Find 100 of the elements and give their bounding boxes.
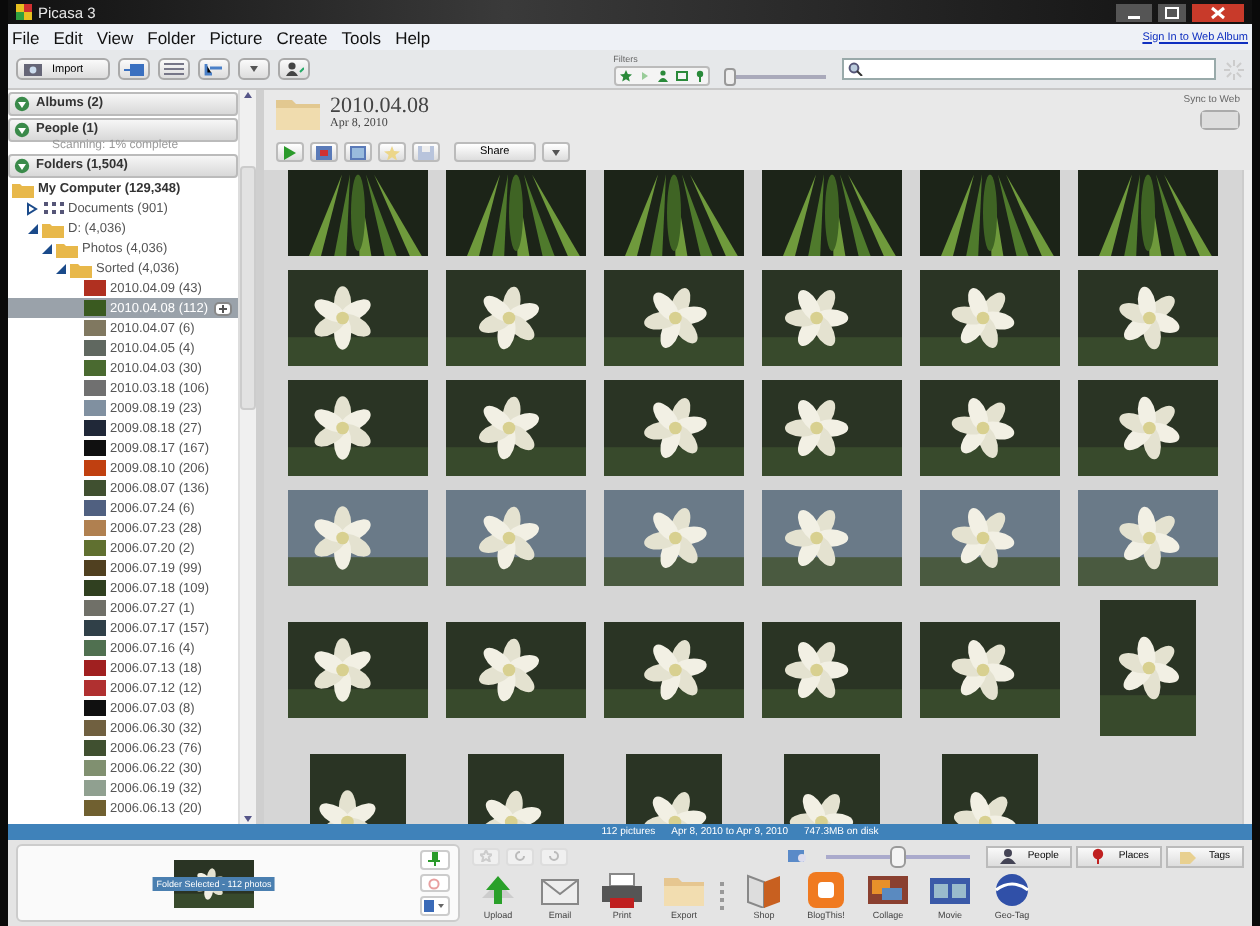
thumbnail-icon bbox=[84, 800, 106, 816]
thumbnail-icon bbox=[84, 720, 106, 736]
thumbnail-icon bbox=[84, 540, 106, 556]
thumbnail-icon bbox=[84, 780, 106, 796]
collage-button[interactable] bbox=[344, 142, 372, 162]
star-button[interactable] bbox=[378, 142, 406, 162]
thumbnail-icon bbox=[84, 360, 106, 376]
thumbnail-icon bbox=[84, 440, 106, 456]
thumbnail-icon bbox=[84, 740, 106, 756]
blog-icon bbox=[804, 870, 848, 908]
printer-icon bbox=[600, 870, 644, 908]
star-icon bbox=[619, 69, 632, 81]
globe-icon bbox=[990, 870, 1034, 908]
hold-button[interactable] bbox=[419, 850, 449, 870]
photo-icon bbox=[675, 69, 688, 81]
slider-thumb[interactable] bbox=[724, 68, 737, 86]
list-view-icon bbox=[163, 62, 184, 76]
folder-icon bbox=[70, 259, 92, 277]
slideshow-button[interactable] bbox=[310, 142, 338, 162]
folder-icon bbox=[42, 219, 64, 237]
person-upload-button[interactable] bbox=[277, 58, 310, 80]
scrollbar[interactable] bbox=[1242, 170, 1252, 824]
folder-icon bbox=[56, 239, 78, 257]
thumbnail-icon bbox=[84, 420, 106, 436]
slider-thumb[interactable] bbox=[889, 845, 906, 867]
album-icon bbox=[424, 900, 444, 913]
share-menu-icon bbox=[547, 145, 564, 159]
add-folder-icon bbox=[123, 62, 144, 76]
close-icon bbox=[1192, 3, 1244, 21]
menu-item[interactable]: Create bbox=[276, 27, 328, 47]
thumbnail-icon bbox=[84, 380, 106, 396]
scrollbar[interactable] bbox=[238, 90, 256, 824]
rotate-right-button[interactable] bbox=[540, 847, 568, 865]
filter-buttons[interactable] bbox=[613, 65, 710, 85]
menu-item[interactable]: File bbox=[12, 27, 40, 47]
thumbnail-icon bbox=[84, 660, 106, 676]
dropdown-button[interactable] bbox=[237, 58, 270, 80]
thumbnail-icon bbox=[84, 600, 106, 616]
documents-icon bbox=[42, 199, 64, 217]
save-button[interactable] bbox=[412, 142, 440, 162]
thumbnail-icon bbox=[84, 320, 106, 336]
thumbnail-icon bbox=[84, 520, 106, 536]
rotate-left-icon bbox=[514, 850, 526, 862]
list-view-button[interactable] bbox=[157, 58, 190, 80]
album-menu-button[interactable] bbox=[419, 896, 449, 917]
thumbnail-icon bbox=[84, 500, 106, 516]
video-icon bbox=[639, 69, 650, 81]
thumbnail-icon bbox=[84, 400, 106, 416]
rotate-left-button[interactable] bbox=[506, 847, 534, 865]
tag-icon bbox=[1180, 848, 1197, 864]
search-field[interactable] bbox=[841, 58, 1216, 80]
menu-item[interactable]: View bbox=[96, 27, 134, 47]
thumbnail-icon bbox=[84, 560, 106, 576]
thumbnail-icon bbox=[84, 580, 106, 596]
rotate-right-icon bbox=[548, 850, 560, 862]
person-icon bbox=[999, 848, 1016, 864]
thumbnail-icon bbox=[84, 620, 106, 636]
folder-icon bbox=[276, 94, 320, 130]
menu-item[interactable]: Picture bbox=[209, 27, 263, 47]
add-icon bbox=[214, 301, 232, 315]
thumbnail-icon bbox=[84, 640, 106, 656]
thumbnail-icon bbox=[84, 340, 106, 356]
person-upload-icon bbox=[283, 62, 304, 76]
spinner-icon bbox=[1224, 59, 1244, 79]
search-icon bbox=[847, 62, 864, 76]
sync-toggle[interactable] bbox=[1200, 110, 1240, 130]
thumbnail-icon bbox=[84, 300, 106, 316]
minimize-icon bbox=[1116, 3, 1152, 21]
person-icon bbox=[657, 69, 668, 81]
thumbnail-icon bbox=[84, 700, 106, 716]
star-button[interactable] bbox=[472, 847, 500, 865]
map-pin-icon bbox=[695, 69, 704, 81]
zoom-icon bbox=[787, 849, 808, 863]
camera-icon bbox=[24, 62, 42, 76]
play-button[interactable] bbox=[276, 142, 304, 162]
menu-item[interactable]: Help bbox=[395, 27, 431, 47]
collage-icon bbox=[866, 870, 910, 908]
thumbnail-icon bbox=[84, 480, 106, 496]
app-logo-icon bbox=[16, 4, 32, 20]
share-menu-button[interactable] bbox=[541, 142, 570, 162]
map-pin-icon bbox=[1090, 848, 1107, 864]
star-icon bbox=[480, 850, 492, 862]
slideshow-icon bbox=[316, 145, 332, 159]
book-icon bbox=[742, 870, 786, 908]
circle-icon bbox=[428, 877, 440, 889]
star-icon bbox=[384, 145, 400, 159]
thumbnail-icon bbox=[84, 280, 106, 296]
tree-view-button[interactable] bbox=[197, 58, 230, 80]
add-folder-button[interactable] bbox=[117, 58, 150, 80]
folder-title: 2010.04.08 bbox=[330, 94, 429, 118]
thumbnail-icon bbox=[84, 680, 106, 696]
play-icon bbox=[282, 145, 298, 159]
tree-view-icon bbox=[203, 62, 224, 76]
save-icon bbox=[418, 145, 434, 159]
menu-item[interactable]: Folder bbox=[147, 27, 196, 47]
menu-item[interactable]: Edit bbox=[53, 27, 83, 47]
menu-item[interactable]: Tools bbox=[341, 27, 382, 47]
pin-icon bbox=[428, 852, 440, 867]
thumbnail-icon bbox=[84, 460, 106, 476]
collage-icon bbox=[350, 145, 366, 159]
